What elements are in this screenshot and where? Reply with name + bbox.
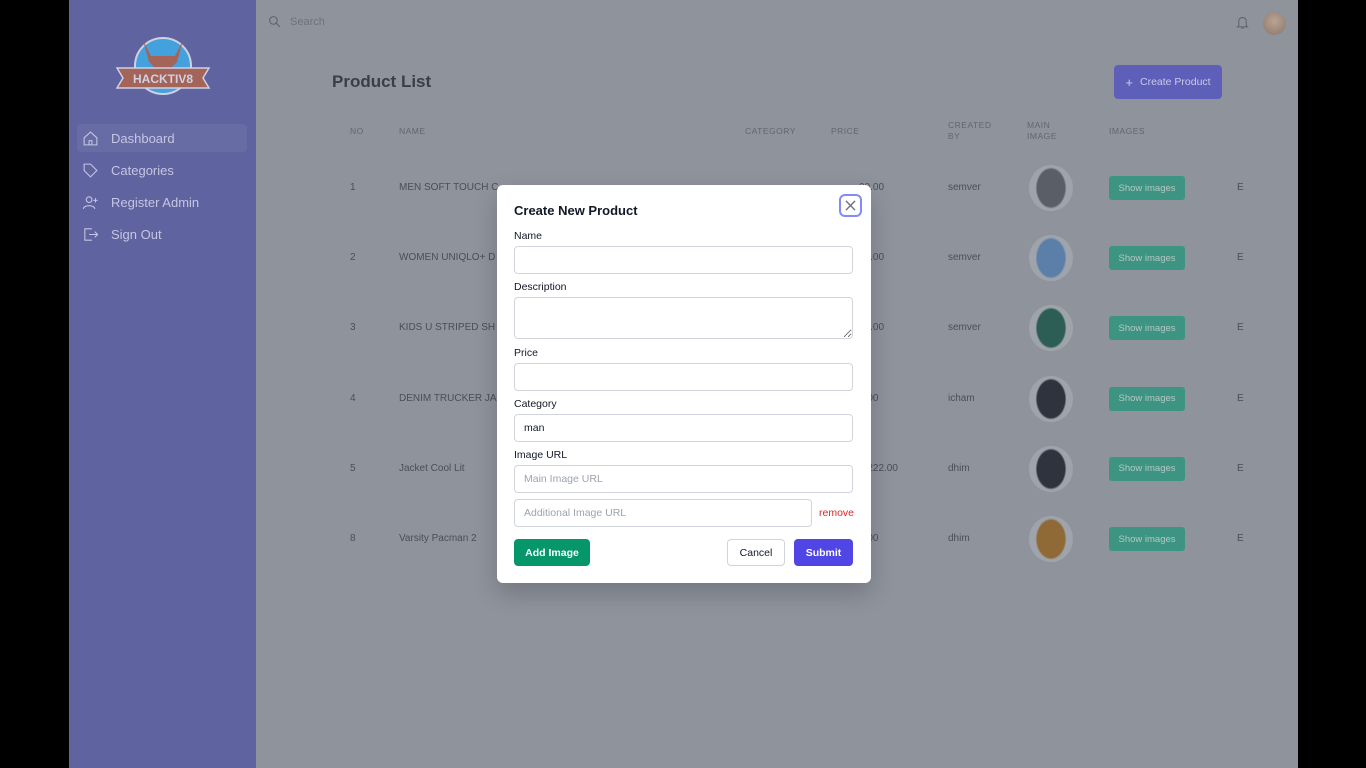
tag-icon bbox=[83, 163, 98, 178]
create-product-button[interactable]: + Create Product bbox=[1114, 65, 1222, 99]
created-by: dhim bbox=[948, 533, 970, 544]
modal-title: Create New Product bbox=[514, 203, 638, 218]
description-field[interactable] bbox=[514, 297, 853, 339]
category-label: Category bbox=[514, 398, 557, 410]
row-number: 4 bbox=[350, 392, 356, 404]
show-images-button[interactable]: Show images bbox=[1109, 246, 1185, 271]
image-url-label: Image URL bbox=[514, 449, 568, 461]
edit-link[interactable]: E bbox=[1237, 252, 1244, 263]
main-image-url-field[interactable] bbox=[514, 465, 853, 493]
show-images-button[interactable]: Show images bbox=[1109, 386, 1185, 411]
submit-button[interactable]: Submit bbox=[794, 539, 853, 566]
sidebar-item-sign-out[interactable]: Sign Out bbox=[77, 220, 247, 248]
close-button[interactable] bbox=[839, 194, 862, 217]
product-main-image bbox=[1029, 375, 1073, 422]
description-label: Description bbox=[514, 281, 567, 293]
product-name: KIDS U STRIPED SH bbox=[399, 322, 496, 334]
edit-link[interactable]: E bbox=[1237, 533, 1244, 544]
logout-icon bbox=[84, 227, 99, 241]
column-header: CATEGORY bbox=[745, 126, 796, 136]
show-images-button[interactable]: Show images bbox=[1109, 316, 1185, 341]
column-header: MAIN IMAGE bbox=[1027, 120, 1057, 141]
edit-link[interactable]: E bbox=[1237, 393, 1244, 404]
row-number: 1 bbox=[350, 182, 356, 193]
column-header: IMAGES bbox=[1109, 126, 1146, 136]
product-name: Jacket Cool Lit bbox=[399, 462, 465, 474]
plus-icon: + bbox=[1125, 74, 1133, 90]
column-header: PRICE bbox=[831, 126, 860, 136]
row-number: 5 bbox=[350, 462, 356, 474]
product-main-image bbox=[1029, 235, 1073, 282]
app: HACKTIV8 Dashboard Categories Register A… bbox=[69, 0, 1298, 768]
sidebar-item-dashboard[interactable]: Dashboard bbox=[77, 124, 247, 152]
column-header: NAME bbox=[399, 126, 426, 136]
product-name: WOMEN UNIQLO+ D bbox=[399, 252, 496, 264]
price-field[interactable] bbox=[514, 363, 853, 391]
created-by: dhim bbox=[948, 462, 970, 474]
category-field[interactable] bbox=[514, 414, 853, 442]
remove-link[interactable]: remove bbox=[819, 507, 854, 519]
sidebar-item-label: Categories bbox=[111, 162, 174, 178]
user-plus-icon bbox=[82, 195, 98, 209]
column-header: NO bbox=[350, 126, 364, 136]
hacktiv8-logo: HACKTIV8 bbox=[115, 37, 211, 95]
edit-link[interactable]: E bbox=[1237, 322, 1244, 333]
product-main-image bbox=[1029, 516, 1073, 562]
product-name: DENIM TRUCKER JA bbox=[399, 392, 497, 404]
search-icon bbox=[269, 16, 281, 28]
edit-link[interactable]: E bbox=[1237, 182, 1244, 193]
row-number: 3 bbox=[350, 322, 356, 334]
sidebar-nav: Dashboard Categories Register Admin Sign… bbox=[77, 124, 247, 252]
column-header: CREATED BY bbox=[948, 120, 992, 141]
topbar: Search bbox=[256, 0, 1298, 46]
svg-text:HACKTIV8: HACKTIV8 bbox=[133, 72, 193, 86]
show-images-button[interactable]: Show images bbox=[1109, 527, 1185, 551]
search-placeholder: Search bbox=[290, 15, 325, 28]
created-by: semver bbox=[948, 182, 981, 193]
search-input[interactable]: Search bbox=[268, 15, 325, 28]
show-images-button[interactable]: Show images bbox=[1109, 456, 1185, 481]
avatar[interactable] bbox=[1263, 12, 1286, 35]
product-main-image bbox=[1029, 445, 1073, 492]
row-number: 8 bbox=[350, 533, 356, 544]
product-name: Varsity Pacman 2 bbox=[399, 533, 477, 544]
close-icon bbox=[845, 200, 856, 211]
product-name: MEN SOFT TOUCH C bbox=[399, 182, 499, 193]
sidebar-item-label: Sign Out bbox=[111, 226, 162, 242]
price-label: Price bbox=[514, 347, 538, 359]
row-number: 2 bbox=[350, 252, 356, 264]
page-title: Product List bbox=[332, 72, 432, 91]
created-by: semver bbox=[948, 322, 981, 334]
add-image-button[interactable]: Add Image bbox=[514, 539, 590, 566]
cancel-button[interactable]: Cancel bbox=[727, 539, 785, 566]
additional-image-url-field[interactable] bbox=[514, 499, 812, 527]
create-product-modal: Create New Product Name Description Pric… bbox=[497, 185, 871, 583]
sidebar-item-categories[interactable]: Categories bbox=[77, 156, 247, 184]
sidebar-item-label: Dashboard bbox=[111, 130, 175, 146]
edit-link[interactable]: E bbox=[1237, 463, 1244, 474]
sidebar-item-label: Register Admin bbox=[111, 194, 200, 210]
product-main-image bbox=[1029, 165, 1073, 211]
name-label: Name bbox=[514, 230, 543, 242]
sidebar: HACKTIV8 Dashboard Categories Register A… bbox=[69, 0, 256, 768]
name-field[interactable] bbox=[514, 246, 853, 274]
created-by: semver bbox=[948, 252, 981, 264]
create-product-label: Create Product bbox=[1139, 76, 1211, 88]
show-images-button[interactable]: Show images bbox=[1109, 176, 1185, 200]
sidebar-item-register-admin[interactable]: Register Admin bbox=[77, 188, 247, 216]
created-by: icham bbox=[948, 392, 975, 404]
home-icon bbox=[83, 130, 98, 145]
bell-icon[interactable] bbox=[1235, 15, 1250, 30]
